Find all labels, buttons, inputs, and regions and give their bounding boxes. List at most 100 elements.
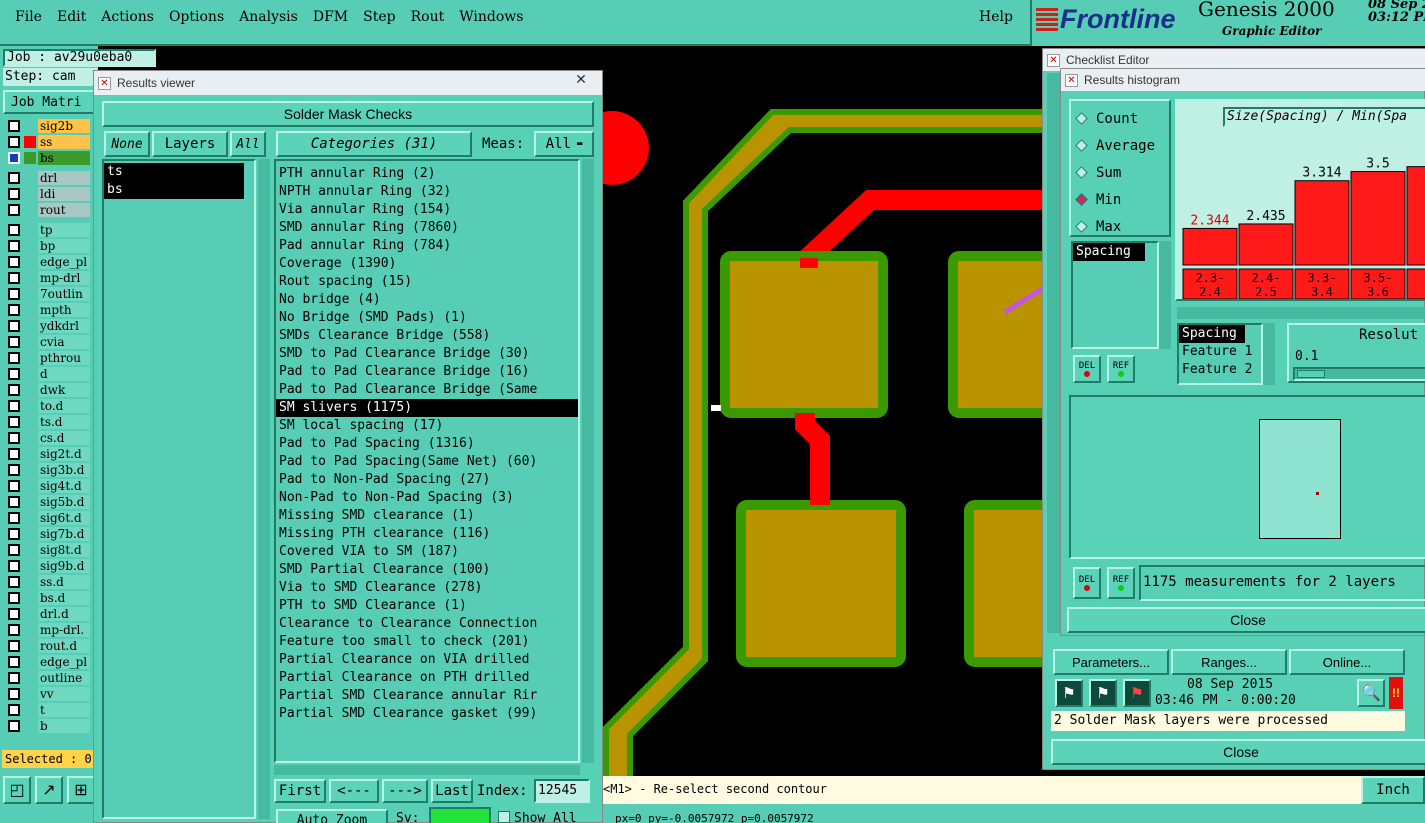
layer-checkbox[interactable]	[8, 320, 20, 332]
histogram-bar[interactable]	[1350, 171, 1406, 266]
menu-step[interactable]: Step	[363, 9, 395, 25]
layer-row[interactable]: tp	[4, 222, 92, 238]
layer-row[interactable]: sig2t.d	[4, 446, 92, 462]
layers-none-button[interactable]: None	[104, 131, 150, 157]
layer-checkbox[interactable]	[8, 400, 20, 412]
resolution-slider-thumb[interactable]	[1297, 370, 1325, 378]
category-item[interactable]: SM local spacing (17)	[276, 417, 578, 435]
layer-checkbox[interactable]	[8, 704, 20, 716]
category-item[interactable]: Pad to Pad Clearance Bridge (Same	[276, 381, 578, 399]
layer-color-swatch[interactable]	[24, 512, 36, 524]
layer-row[interactable]: ss	[4, 134, 92, 150]
tool-select-icon[interactable]: ◰	[3, 776, 31, 804]
feature-item[interactable]: Spacing	[1179, 325, 1245, 343]
layer-color-swatch[interactable]	[24, 720, 36, 732]
feature-item[interactable]: Feature 2	[1179, 361, 1261, 379]
prev-button[interactable]: <---	[329, 779, 379, 803]
layer-item[interactable]: ts	[104, 163, 244, 181]
category-item[interactable]: Via annular Ring (154)	[276, 201, 578, 219]
mode-option-max[interactable]: Max	[1071, 213, 1169, 240]
mode-option-count[interactable]: Count	[1071, 105, 1169, 132]
histogram-close-button[interactable]: Close	[1067, 607, 1425, 633]
category-item[interactable]: Partial Clearance on PTH drilled	[276, 669, 578, 687]
layer-checkbox[interactable]	[8, 188, 20, 200]
layer-checkbox[interactable]	[8, 240, 20, 252]
menu-windows[interactable]: Windows	[459, 9, 523, 25]
layer-color-swatch[interactable]	[24, 704, 36, 716]
layer-row[interactable]: ldi	[4, 186, 92, 202]
layer-color-swatch[interactable]	[24, 560, 36, 572]
tool-grid-icon[interactable]: ⊞	[67, 776, 95, 804]
category-item[interactable]: Covered VIA to SM (187)	[276, 543, 578, 561]
category-item[interactable]: Pad to Non-Pad Spacing (27)	[276, 471, 578, 489]
run-icon-1[interactable]: ⚑	[1055, 679, 1083, 707]
layer-color-swatch[interactable]	[24, 448, 36, 460]
layer-color-swatch[interactable]	[24, 240, 36, 252]
category-item[interactable]: Pad to Pad Spacing (1316)	[276, 435, 578, 453]
histogram-bar[interactable]	[1182, 227, 1238, 266]
category-item[interactable]: SMD annular Ring (7860)	[276, 219, 578, 237]
category-item[interactable]: NPTH annular Ring (32)	[276, 183, 578, 201]
last-button[interactable]: Last	[431, 779, 473, 803]
category-item[interactable]: Rout spacing (15)	[276, 273, 578, 291]
layer-color-swatch[interactable]	[24, 120, 36, 132]
category-item[interactable]: Coverage (1390)	[276, 255, 578, 273]
online-button[interactable]: Online...	[1289, 649, 1405, 675]
layer-color-swatch[interactable]	[24, 320, 36, 332]
layer-items-list[interactable]: ts bs	[102, 159, 256, 819]
run-icon-2[interactable]: ⚑	[1089, 679, 1117, 707]
layer-row[interactable]: sig3b.d	[4, 462, 92, 478]
spacing-list-scrollbar[interactable]	[1159, 241, 1171, 349]
layer-checkbox[interactable]	[8, 608, 20, 620]
units-button[interactable]: Inch	[1361, 776, 1425, 804]
layer-checkbox[interactable]	[8, 544, 20, 556]
feature-list-scrollbar[interactable]	[1263, 323, 1275, 385]
menu-help[interactable]: Help	[979, 9, 1013, 25]
mode-option-sum[interactable]: Sum	[1071, 159, 1169, 186]
ranges-button[interactable]: Ranges...	[1171, 649, 1287, 675]
menu-file[interactable]: File	[15, 9, 42, 25]
category-item[interactable]: Partial SMD Clearance annular Rir	[276, 687, 578, 705]
hist-del-button[interactable]: DEL	[1073, 567, 1101, 599]
category-item[interactable]: Missing PTH clearance (116)	[276, 525, 578, 543]
show-all-checkbox[interactable]	[498, 811, 510, 823]
layer-color-swatch[interactable]	[24, 672, 36, 684]
layer-row[interactable]: rout	[4, 202, 92, 218]
layer-checkbox[interactable]	[8, 384, 20, 396]
layer-checkbox[interactable]	[8, 136, 20, 148]
layer-row[interactable]: drl.d	[4, 606, 92, 622]
layer-checkbox[interactable]	[8, 288, 20, 300]
category-list[interactable]: PTH annular Ring (2) NPTH annular Ring (3…	[274, 159, 580, 763]
layer-checkbox[interactable]	[8, 256, 20, 268]
auto-zoom-button[interactable]: Auto Zoom	[276, 809, 388, 823]
layer-color-swatch[interactable]	[24, 656, 36, 668]
layer-row[interactable]: b	[4, 718, 92, 734]
layer-color-swatch[interactable]	[24, 188, 36, 200]
category-item[interactable]: Pad annular Ring (784)	[276, 237, 578, 255]
feature-list[interactable]: Spacing Feature 1 Feature 2	[1177, 323, 1263, 385]
layer-checkbox[interactable]	[8, 352, 20, 364]
layer-checkbox[interactable]	[8, 204, 20, 216]
radio-icon[interactable]	[1075, 193, 1088, 206]
radio-icon[interactable]	[1075, 112, 1088, 125]
ref-button[interactable]: REF	[1107, 355, 1135, 383]
category-item[interactable]: SMD to Pad Clearance Bridge (30)	[276, 345, 578, 363]
category-item[interactable]: Clearance to Clearance Connection	[276, 615, 578, 633]
layer-checkbox[interactable]	[8, 624, 20, 636]
run-icon-3[interactable]: ⚑	[1123, 679, 1151, 707]
layer-row[interactable]: cvia	[4, 334, 92, 350]
layer-checkbox[interactable]	[8, 448, 20, 460]
layer-checkbox[interactable]	[8, 528, 20, 540]
mode-option-average[interactable]: Average	[1071, 132, 1169, 159]
solder-mask-checks-button[interactable]: Solder Mask Checks	[102, 101, 594, 127]
histogram-bar[interactable]	[1406, 166, 1425, 266]
layer-row[interactable]: cs.d	[4, 430, 92, 446]
next-button[interactable]: --->	[382, 779, 428, 803]
parameters-button[interactable]: Parameters...	[1053, 649, 1169, 675]
layer-color-swatch[interactable]	[24, 592, 36, 604]
category-item[interactable]: PTH to SMD Clearance (1)	[276, 597, 578, 615]
layer-row[interactable]: sig2b	[4, 118, 92, 134]
layer-color-swatch[interactable]	[24, 204, 36, 216]
layer-color-swatch[interactable]	[24, 288, 36, 300]
job-matrix-button[interactable]: Job Matri	[3, 90, 95, 114]
